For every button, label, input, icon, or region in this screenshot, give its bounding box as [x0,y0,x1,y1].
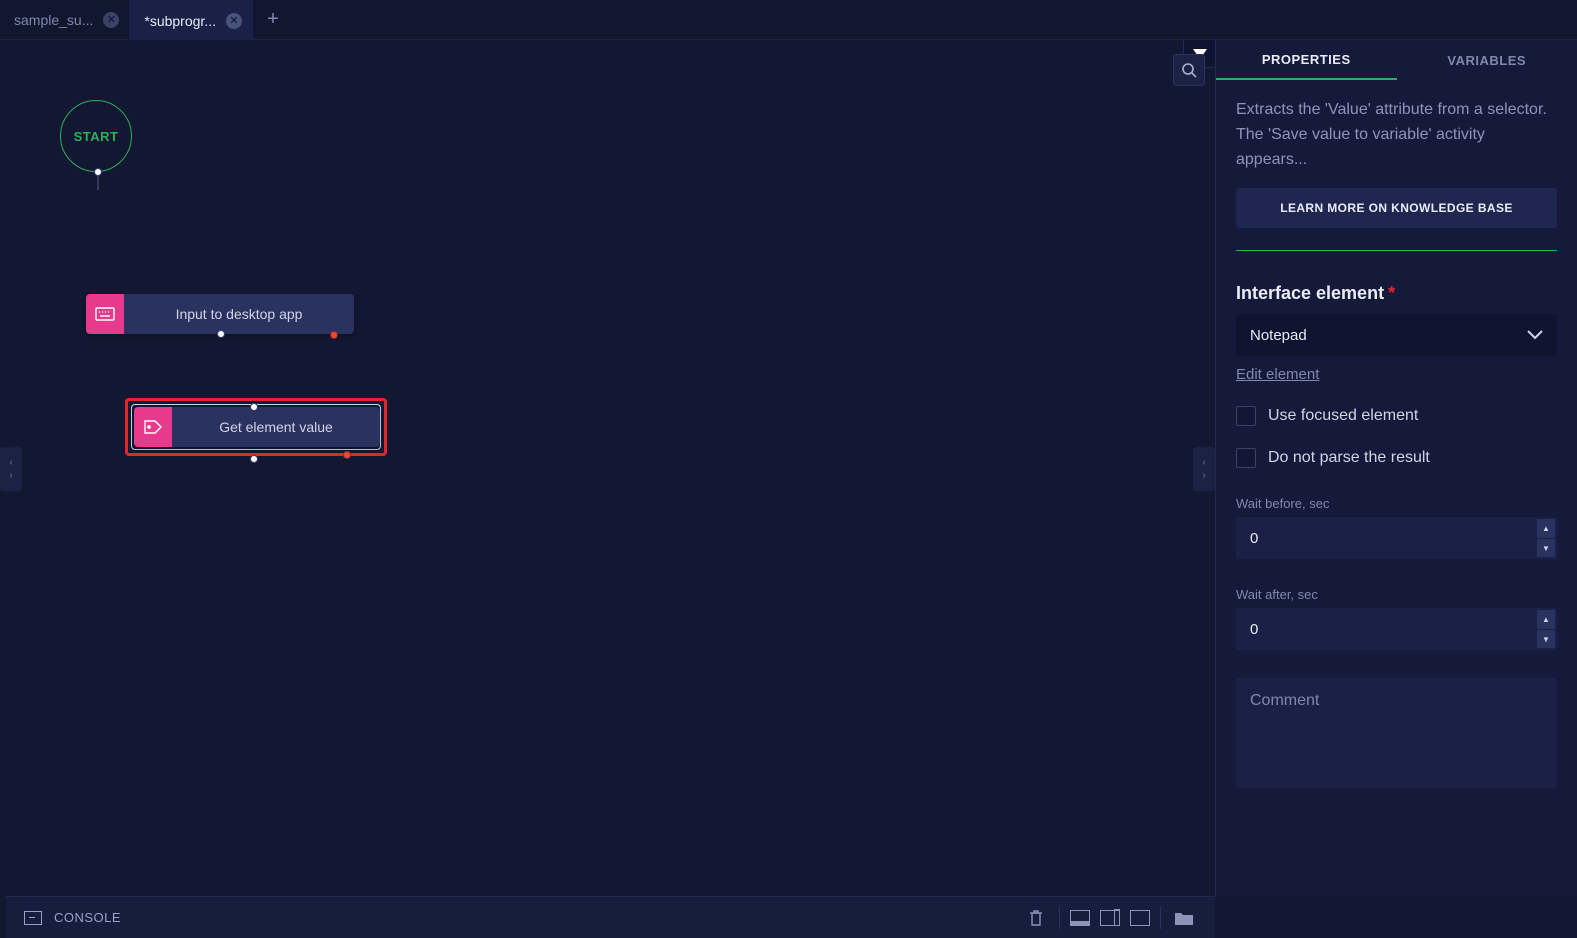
wait-before-label: Wait before, sec [1236,496,1557,511]
node-error-port[interactable] [330,331,338,339]
layout-full-button[interactable] [1130,910,1150,926]
learn-more-button[interactable]: LEARN MORE ON KNOWLEDGE BASE [1236,188,1557,228]
label-text: Interface element [1236,283,1384,303]
node-label: Get element value [172,419,380,435]
tab-label: Properties [1262,52,1351,67]
tab-label: sample_su... [14,12,93,28]
console-bar[interactable]: CONSOLE [6,896,1215,938]
node-error-port[interactable] [343,451,351,459]
trash-icon[interactable] [1023,905,1049,931]
interface-element-select[interactable]: Notepad [1236,314,1557,356]
activity-description: Extracts the 'Value' attribute from a se… [1236,98,1557,172]
node-get-element-value[interactable]: Get element value [134,407,380,447]
tab-subprogram[interactable]: *subprogr... ✕ [130,0,253,39]
node-port[interactable] [94,168,102,176]
tab-label: *subprogr... [144,13,216,29]
chevron-down-icon [1527,327,1543,344]
node-input-to-desktop-app[interactable]: Input to desktop app [86,294,354,334]
input-value: 0 [1250,530,1258,547]
node-port[interactable] [217,330,225,338]
node-port[interactable] [250,403,258,411]
wait-after-label: Wait after, sec [1236,587,1557,602]
console-icon [24,911,42,925]
checkbox-label: Do not parse the result [1268,449,1430,467]
close-icon[interactable]: ✕ [226,13,242,29]
wait-before-input[interactable]: 0 ▲ ▼ [1236,517,1557,559]
tag-icon [134,407,172,447]
divider [1160,907,1161,929]
wait-after-input[interactable]: 0 ▲ ▼ [1236,608,1557,650]
start-node[interactable]: START [60,100,132,172]
tab-bar: sample_su... ✕ *subprogr... ✕ + [0,0,1577,40]
layout-bottom-button[interactable] [1070,910,1090,926]
use-focused-element-checkbox[interactable]: Use focused element [1236,406,1557,426]
checkbox-label: Use focused element [1268,407,1418,425]
divider [1059,907,1060,929]
chevron-left-icon: ‹ [9,457,12,468]
checkbox-box [1236,406,1256,426]
number-stepper: ▲ ▼ [1537,610,1555,648]
right-panel-toggle[interactable]: ‹ › [1193,447,1215,491]
select-value: Notepad [1250,327,1307,344]
properties-panel: Properties Variables Extracts the 'Value… [1215,40,1577,896]
layout-right-button[interactable] [1100,910,1120,926]
tab-sample[interactable]: sample_su... ✕ [0,0,130,39]
comment-textarea[interactable] [1236,678,1557,788]
do-not-parse-result-checkbox[interactable]: Do not parse the result [1236,448,1557,468]
tab-variables[interactable]: Variables [1397,40,1577,80]
step-down-button[interactable]: ▼ [1537,630,1555,649]
console-label: CONSOLE [54,910,121,925]
connection-wires [0,40,300,190]
number-stepper: ▲ ▼ [1537,519,1555,557]
chevron-right-icon: › [1202,470,1205,481]
input-value: 0 [1250,621,1258,638]
step-up-button[interactable]: ▲ [1537,610,1555,630]
tab-label: Variables [1447,53,1526,68]
tab-properties[interactable]: Properties [1216,40,1397,80]
search-button[interactable] [1173,54,1205,86]
divider [1236,250,1557,251]
required-asterisk: * [1388,283,1395,303]
node-port[interactable] [250,455,258,463]
checkbox-box [1236,448,1256,468]
add-tab-button[interactable]: + [253,0,293,39]
folder-icon[interactable] [1171,905,1197,931]
step-up-button[interactable]: ▲ [1537,519,1555,539]
step-down-button[interactable]: ▼ [1537,539,1555,558]
close-icon[interactable]: ✕ [103,12,119,28]
keyboard-icon [86,294,124,334]
left-panel-toggle[interactable]: ‹ › [0,447,22,491]
flow-canvas[interactable]: START Input to desktop app Get element v… [0,40,1215,896]
field-label-interface-element: Interface element* [1236,283,1557,304]
chevron-left-icon: ‹ [1202,457,1205,468]
node-label: Input to desktop app [124,306,354,322]
chevron-right-icon: › [9,470,12,481]
start-label: START [74,129,119,144]
edit-element-link[interactable]: Edit element [1236,366,1319,383]
